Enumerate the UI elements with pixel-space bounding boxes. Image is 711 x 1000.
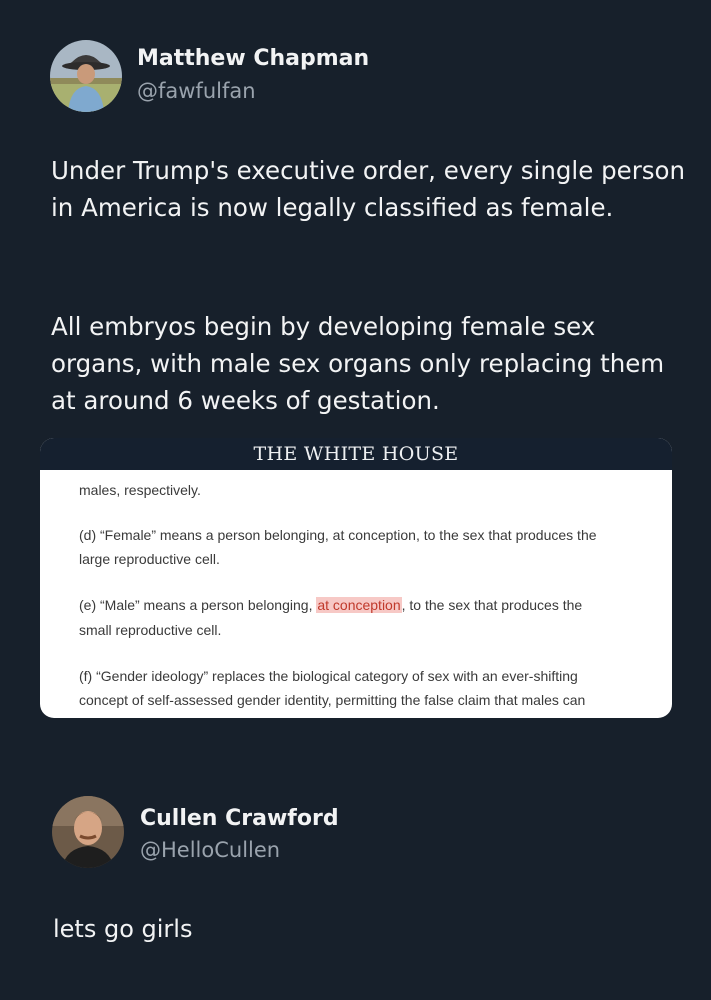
doc-line: small reproductive cell. xyxy=(79,622,222,638)
doc-line: males, respectively. xyxy=(79,482,201,498)
highlighted-text: at conception xyxy=(316,597,402,613)
doc-line-part: , to the sex that produces the xyxy=(401,597,583,613)
doc-line-highlighted: (e) “Male” means a person belonging, at … xyxy=(79,597,669,613)
author-name[interactable]: Matthew Chapman xyxy=(137,46,369,71)
doc-line: (f) “Gender ideology” replaces the biolo… xyxy=(79,668,578,684)
doc-line: concept of self-assessed gender identity… xyxy=(79,692,586,708)
doc-line: (d) “Female” means a person belonging, a… xyxy=(79,527,597,543)
author-handle[interactable]: @HelloCullen xyxy=(140,838,280,862)
tweet-text-paragraph-1: Under Trump's executive order, every sin… xyxy=(51,156,686,222)
embedded-document-image[interactable]: THE WHITE HOUSE males, respectively. (d)… xyxy=(40,438,672,718)
embed-header-title: THE WHITE HOUSE xyxy=(253,443,459,465)
author-name[interactable]: Cullen Crawford xyxy=(140,806,339,831)
avatar-matthew-chapman-icon[interactable] xyxy=(50,40,122,112)
embed-header: THE WHITE HOUSE xyxy=(40,438,672,470)
tweet-text-paragraph-2: All embryos begin by developing female s… xyxy=(51,312,665,415)
avatar-cullen-crawford-icon[interactable] xyxy=(52,796,124,868)
author-handle[interactable]: @fawfulfan xyxy=(137,79,256,103)
doc-line-part: (e) “Male” means a person belonging, xyxy=(79,597,317,613)
reply-text: lets go girls xyxy=(53,915,193,943)
doc-line: large reproductive cell. xyxy=(79,551,220,567)
